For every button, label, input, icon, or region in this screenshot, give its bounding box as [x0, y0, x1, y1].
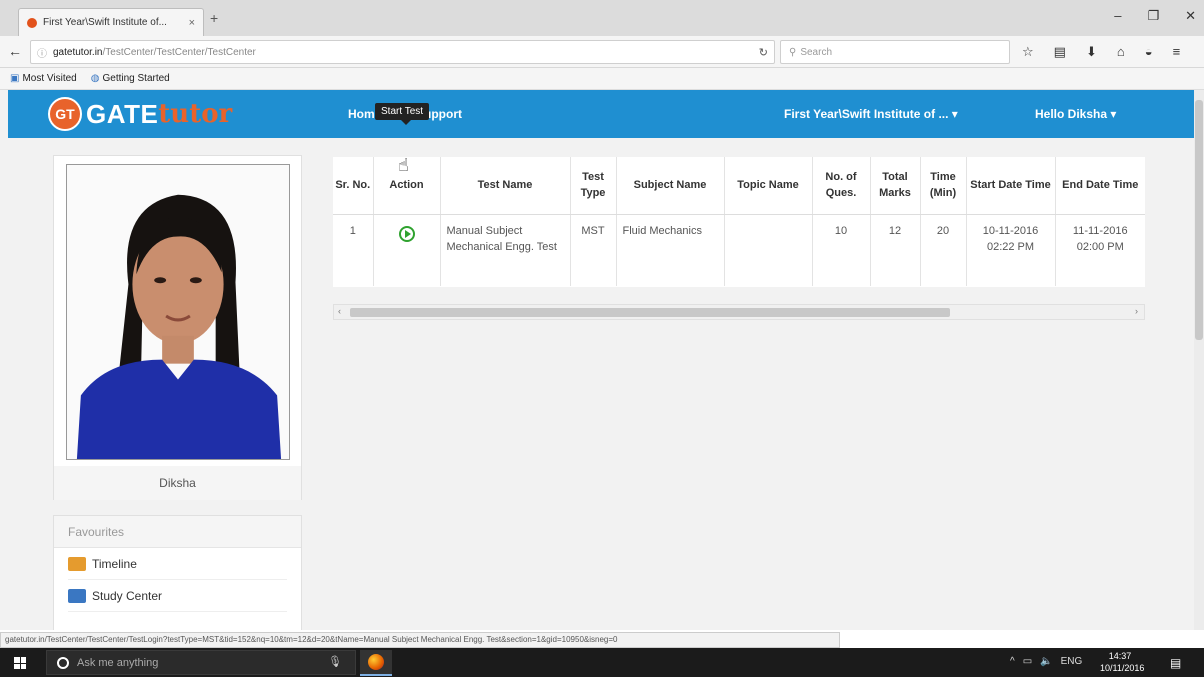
taskbar-clock[interactable]: 14:37 10/11/2016	[1100, 650, 1145, 674]
address-bar[interactable]: ⓘ gatetutor.in /TestCenter/TestCenter/Te…	[30, 40, 775, 64]
user-dropdown[interactable]: Hello Diksha ▾	[1035, 107, 1116, 121]
cell-test-name: Manual Subject Mechanical Engg. Test	[439, 214, 570, 286]
col-test-name: Test Name	[439, 157, 570, 215]
reading-list-icon[interactable]: ▤	[1054, 44, 1066, 60]
menu-hamburger-icon[interactable]: ≡	[1173, 44, 1181, 60]
folder-icon: ▣	[10, 73, 20, 84]
table-header-row: Sr. No. Action Test Name Test Type Subje…	[333, 157, 1145, 215]
bookmark-star-icon[interactable]: ☆	[1022, 44, 1034, 60]
gatetutor-logo[interactable]: GT GATE tutor	[48, 97, 232, 131]
system-tray: ^ ▭ 🔈 ENG	[1010, 656, 1082, 667]
table-horizontal-scrollbar[interactable]: ‹ ›	[333, 304, 1145, 320]
cell-subject-name: Fluid Mechanics	[615, 214, 724, 286]
col-total-marks: Total Marks	[869, 157, 920, 215]
url-path: /TestCenter/TestCenter/TestCenter	[102, 46, 256, 58]
study-center-icon	[68, 588, 86, 603]
institute-dropdown[interactable]: First Year\Swift Institute of ... ▾	[784, 107, 958, 121]
browser-search-input[interactable]: ⚲ Search	[780, 40, 1010, 64]
page-vertical-scrollbar[interactable]	[1194, 90, 1204, 630]
pocket-icon[interactable]: ◒	[1145, 44, 1153, 60]
hand-cursor-icon: ☝	[398, 155, 409, 175]
cell-no-of-ques: 10	[811, 214, 870, 286]
logo-badge: GT	[48, 97, 82, 131]
play-circle-icon[interactable]	[398, 225, 415, 242]
profile-photo	[66, 164, 290, 460]
bookmarks-bar: ▣ Most Visited ◍ Getting Started	[0, 68, 1204, 90]
col-test-type: Test Type	[569, 157, 616, 215]
cell-time-min: 20	[919, 214, 966, 286]
cell-sr-no: 1	[349, 224, 356, 237]
test-table: Sr. No. Action Test Name Test Type Subje…	[333, 157, 1145, 287]
col-start-date-time: Start Date Time	[965, 157, 1055, 215]
new-tab-button[interactable]: +	[210, 10, 218, 26]
cell-test-type: MST	[569, 214, 616, 286]
network-icon[interactable]: ▭	[1023, 656, 1032, 667]
restore-icon[interactable]: ❐	[1147, 8, 1159, 24]
col-end-date-time: End Date Time	[1054, 157, 1145, 215]
search-icon: ⚲	[789, 46, 797, 58]
clock-date: 10/11/2016	[1100, 663, 1145, 673]
col-sr-no: Sr. No.	[333, 157, 373, 215]
windows-start-icon[interactable]	[14, 657, 26, 669]
site-header: GT GATE tutor Home Support First Year\Sw…	[8, 90, 1194, 138]
url-host: gatetutor.in	[53, 46, 103, 58]
browser-title-bar: First Year\Swift Institute of... × + – ❐…	[0, 0, 1204, 36]
favourite-timeline[interactable]: Timeline	[68, 548, 287, 580]
info-icon[interactable]: ⓘ	[37, 45, 47, 60]
reload-icon[interactable]: ↻	[759, 46, 768, 59]
scroll-left-icon[interactable]: ‹	[338, 306, 341, 316]
close-window-icon[interactable]: ✕	[1185, 8, 1196, 24]
browser-nav-bar: ← ⓘ gatetutor.in /TestCenter/TestCenter/…	[0, 36, 1204, 68]
language-indicator[interactable]: ENG	[1061, 656, 1083, 667]
col-subject-name: Subject Name	[615, 157, 724, 215]
home-icon[interactable]: ⌂	[1117, 44, 1125, 60]
cell-start-date-time: 10-11-2016 02:22 PM	[965, 214, 1055, 286]
windows-taskbar: Ask me anything 🎙 ^ ▭ 🔈 ENG 14:37 10/11/…	[0, 648, 1204, 677]
download-icon[interactable]: ⬇	[1086, 44, 1097, 60]
timeline-icon	[68, 556, 86, 571]
taskbar-firefox[interactable]	[360, 650, 392, 676]
logo-gate-text: GATE	[86, 98, 159, 129]
favourite-study-center[interactable]: Study Center	[68, 580, 287, 612]
back-arrow-icon[interactable]: ←	[8, 43, 22, 59]
clock-time: 14:37	[1108, 651, 1132, 661]
profile-card: Diksha	[53, 155, 302, 500]
profile-name: Diksha	[54, 466, 301, 500]
firefox-bookmark-icon: ◍	[90, 73, 100, 84]
tray-chevron-icon[interactable]: ^	[1010, 656, 1015, 667]
microphone-icon[interactable]: 🎙	[328, 655, 342, 668]
tab-close-icon[interactable]: ×	[189, 17, 195, 29]
status-url: gatetutor.in/TestCenter/TestCenter/TestL…	[0, 632, 840, 648]
page-content: GT GATE tutor Home Support First Year\Sw…	[0, 90, 1194, 630]
cortana-search-input[interactable]: Ask me anything	[46, 650, 356, 675]
favourites-title: Favourites	[54, 516, 301, 548]
browser-tab[interactable]: First Year\Swift Institute of... ×	[18, 8, 204, 36]
notifications-icon[interactable]: ▤	[1170, 656, 1181, 670]
vscroll-thumb[interactable]	[1195, 100, 1203, 340]
table-row: 1 Manual Subject Mechanical Engg. Test M…	[333, 214, 1145, 286]
start-test-tooltip: Start Test	[375, 103, 430, 125]
cell-topic-name	[723, 214, 812, 286]
tab-favicon-icon	[27, 17, 37, 28]
volume-icon[interactable]: 🔈	[1040, 656, 1052, 667]
favourites-panel: Favourites Timeline Study Center	[53, 515, 302, 630]
logo-tutor-text: tutor	[158, 99, 233, 129]
cell-end-date-time: 11-11-2016 02:00 PM	[1054, 214, 1145, 286]
firefox-icon	[368, 654, 384, 670]
scroll-thumb[interactable]	[350, 308, 950, 317]
tab-title: First Year\Swift Institute of...	[43, 17, 167, 28]
col-time-min: Time (Min)	[919, 157, 966, 215]
cell-total-marks: 12	[869, 214, 920, 286]
minimize-icon[interactable]: –	[1114, 8, 1121, 24]
scroll-right-icon[interactable]: ›	[1135, 306, 1138, 316]
col-no-of-ques: No. of Ques.	[811, 157, 870, 215]
col-topic-name: Topic Name	[723, 157, 812, 215]
cortana-icon	[57, 656, 69, 669]
search-placeholder: Search	[800, 46, 833, 58]
cell-action	[372, 214, 440, 286]
bookmark-most-visited[interactable]: ▣ Most Visited	[10, 73, 77, 84]
bookmark-getting-started[interactable]: ◍ Getting Started	[91, 73, 170, 84]
